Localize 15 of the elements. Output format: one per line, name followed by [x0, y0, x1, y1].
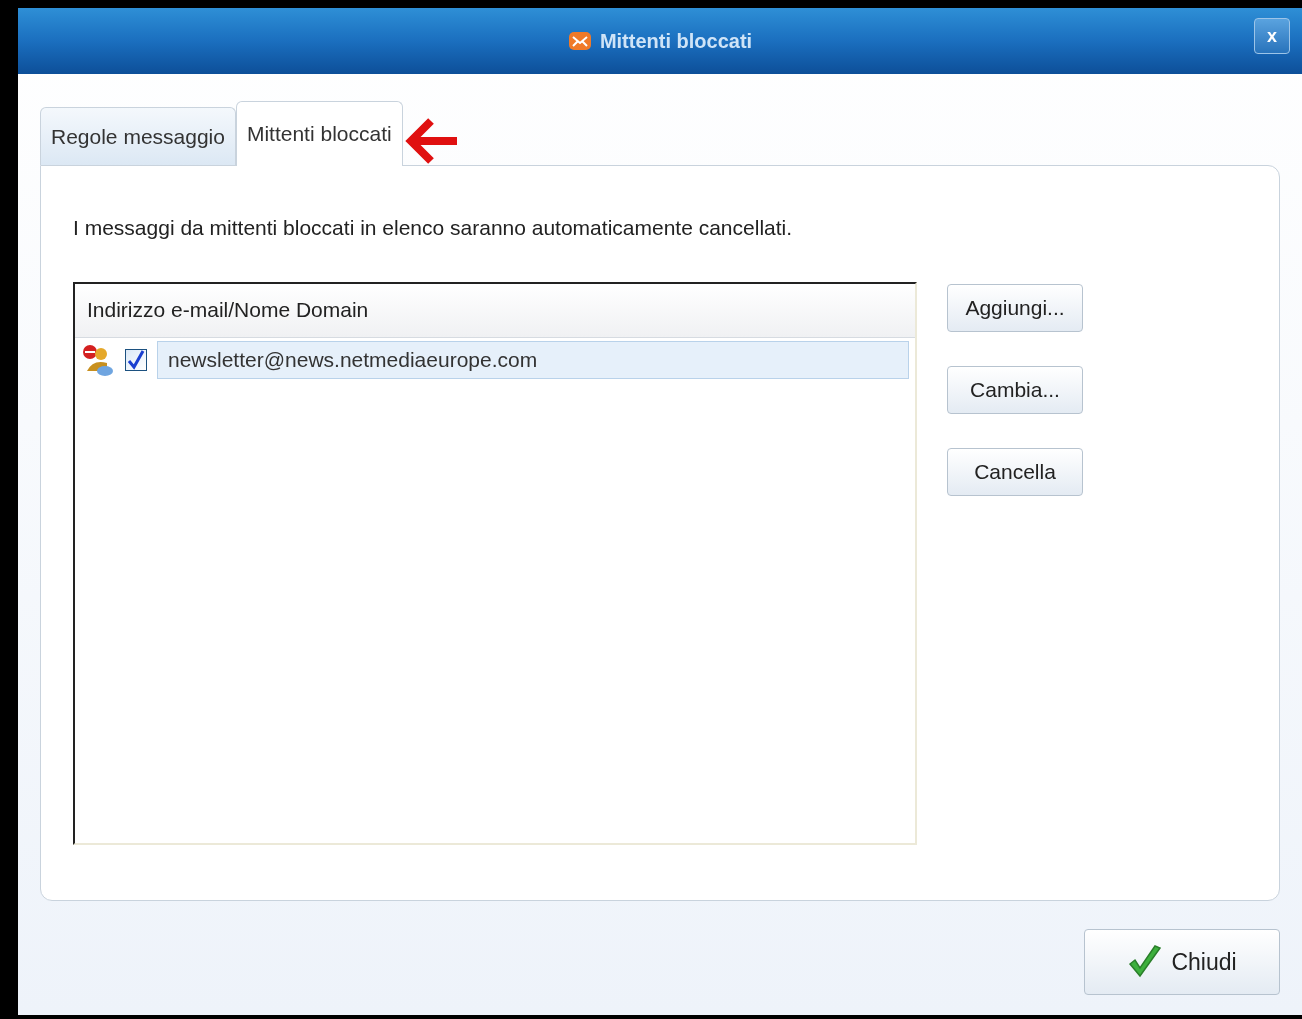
close-button[interactable]: x — [1254, 18, 1290, 54]
checkmark-icon — [1127, 944, 1164, 980]
window-title: Mittenti bloccati — [599, 29, 753, 54]
check-icon — [127, 349, 145, 370]
list-row[interactable]: newsletter@news.netmediaeurope.com — [157, 340, 909, 379]
action-button[interactable]: Cancella — [947, 447, 1083, 496]
action-button[interactable]: Cambia... — [947, 365, 1083, 414]
checkbox[interactable] — [125, 348, 147, 371]
tab[interactable]: Regole messaggio — [40, 107, 236, 165]
action-button[interactable]: Aggiungi... — [947, 283, 1083, 332]
description-text: I messaggi da mittenti bloccati in elenco saranno automaticamente cancellati. — [73, 215, 794, 241]
close-dialog-button[interactable]: Chiudi — [1084, 929, 1280, 995]
tab[interactable]: Mittenti bloccati — [235, 101, 403, 166]
blocked-users-icon — [81, 342, 115, 377]
envelope-icon — [567, 29, 592, 53]
